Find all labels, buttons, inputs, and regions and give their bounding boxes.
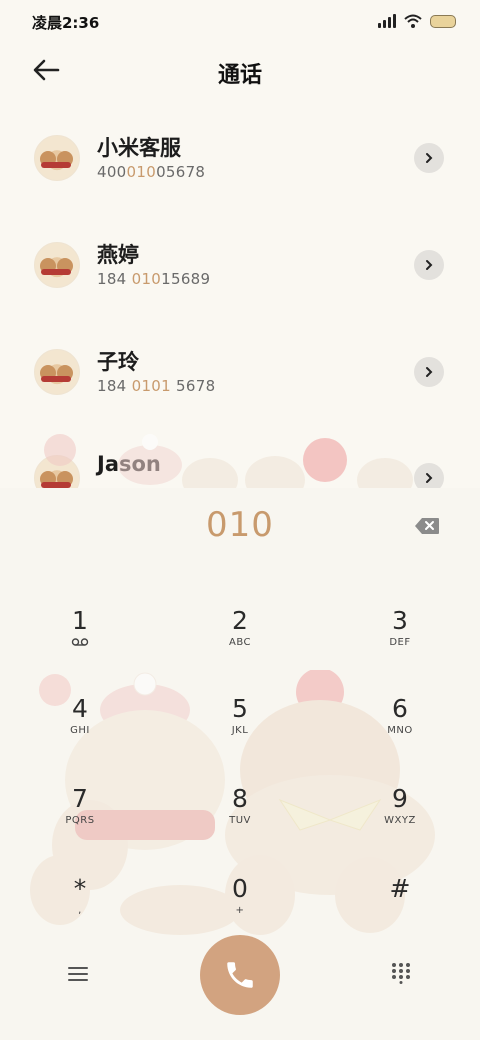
chevron-right-icon: [426, 367, 433, 377]
menu-icon[interactable]: [66, 964, 90, 984]
contact-name: 小米客服: [97, 136, 181, 160]
contact-number: 184 01015689: [97, 270, 211, 288]
voicemail-icon: [71, 638, 89, 646]
details-button[interactable]: [414, 250, 444, 280]
contact-number: 40001005678: [97, 163, 206, 181]
dialpad-icon[interactable]: [390, 962, 412, 984]
status-bar: 凌晨2:36: [0, 0, 480, 44]
details-button[interactable]: [414, 357, 444, 387]
key-7[interactable]: 7 PQRS: [20, 784, 140, 854]
wifi-icon: [404, 14, 422, 28]
key-9[interactable]: 9 WXYZ: [340, 784, 460, 854]
header: 通话: [0, 44, 480, 100]
status-icons: [378, 13, 456, 29]
page-title: 通话: [217, 63, 262, 88]
avatar: [34, 135, 80, 181]
key-4[interactable]: 4 GHI: [20, 694, 140, 764]
contact-row[interactable]: 燕婷 184 01015689: [0, 215, 480, 321]
avatar: [34, 242, 80, 288]
chevron-right-icon: [426, 260, 433, 270]
contact-number: 184 0101 5678: [97, 377, 216, 395]
signal-icon: [378, 14, 396, 28]
chevron-right-icon: [426, 153, 433, 163]
call-button[interactable]: [200, 935, 280, 1015]
dial-input[interactable]: 010: [0, 505, 480, 545]
details-button[interactable]: [414, 143, 444, 173]
battery-icon: [430, 14, 456, 28]
key-8[interactable]: 8 TUV: [180, 784, 300, 854]
status-time: 凌晨2:36: [32, 14, 100, 32]
key-2[interactable]: 2 ABC: [180, 606, 300, 676]
contact-name: 子玲: [97, 350, 139, 374]
contact-row[interactable]: 小米客服 40001005678: [0, 108, 480, 214]
key-3[interactable]: 3 DEF: [340, 606, 460, 676]
dialer-actions: [0, 930, 480, 1020]
contact-row[interactable]: 子玲 184 0101 5678: [0, 322, 480, 428]
key-5[interactable]: 5 JKL: [180, 694, 300, 764]
key-1[interactable]: 1: [20, 606, 140, 676]
avatar: [34, 349, 80, 395]
key-6[interactable]: 6 MNO: [340, 694, 460, 764]
backspace-icon[interactable]: [414, 517, 440, 535]
phone-icon: [227, 962, 253, 988]
contact-name: 燕婷: [97, 243, 139, 267]
